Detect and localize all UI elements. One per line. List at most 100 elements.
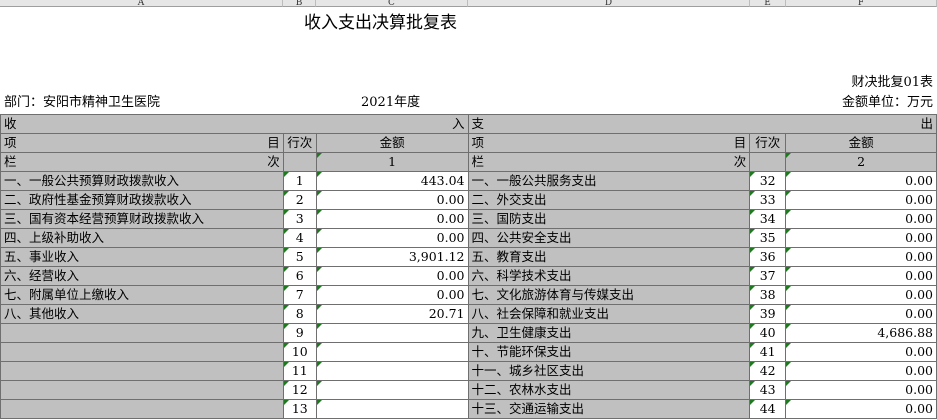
income-row-number-cell[interactable]: 3: [282, 209, 317, 229]
expense-amount-cell[interactable]: 0.00: [785, 171, 937, 191]
column-header-d[interactable]: D: [468, 0, 750, 7]
income-item-name-cell[interactable]: 七、附属单位上缴收入: [0, 285, 284, 305]
income-row-number-cell[interactable]: 7: [282, 285, 317, 305]
expense-item-name-cell[interactable]: 十二、农林水支出: [467, 380, 751, 400]
income-row-number-cell[interactable]: 12: [282, 380, 317, 400]
column-header-c[interactable]: C: [316, 0, 468, 7]
expense-item-name-cell[interactable]: 五、教育支出: [467, 247, 751, 267]
income-amount-cell[interactable]: 0.00: [315, 209, 469, 229]
expense-row-number-cell[interactable]: 34: [749, 209, 787, 229]
income-amount-cell[interactable]: 0.00: [315, 266, 469, 286]
expense-amount-cell[interactable]: 0.00: [785, 228, 937, 248]
income-amount-cell[interactable]: [315, 380, 469, 400]
expense-rowno-header[interactable]: 行次: [749, 133, 787, 153]
expense-section-header[interactable]: 支出: [467, 114, 937, 134]
column-header-f[interactable]: F: [786, 0, 937, 7]
expense-item-header[interactable]: 项目: [467, 133, 751, 153]
income-amount-cell[interactable]: [315, 361, 469, 381]
expense-row-number-cell[interactable]: 41: [749, 342, 787, 362]
income-amount-cell[interactable]: [315, 342, 469, 362]
expense-item-name-cell[interactable]: 六、科学技术支出: [467, 266, 751, 286]
form-code: 财决批复01表: [851, 75, 933, 90]
expense-amount-cell[interactable]: 4,686.88: [785, 323, 937, 343]
expense-column-rowno-blank[interactable]: [749, 152, 787, 172]
expense-row-number-cell[interactable]: 38: [749, 285, 787, 305]
expense-row-number-cell[interactable]: 35: [749, 228, 787, 248]
expense-item-name-cell[interactable]: 七、文化旅游体育与传媒支出: [467, 285, 751, 305]
income-amount-cell[interactable]: [315, 399, 469, 419]
expense-amount-cell[interactable]: 0.00: [785, 247, 937, 267]
income-row-number-cell[interactable]: 2: [282, 190, 317, 210]
expense-amount-cell[interactable]: 0.00: [785, 209, 937, 229]
income-amount-cell[interactable]: 0.00: [315, 190, 469, 210]
expense-row-number-cell[interactable]: 32: [749, 171, 787, 191]
income-item-name-cell[interactable]: [0, 342, 284, 362]
expense-row-number-cell[interactable]: 37: [749, 266, 787, 286]
income-row-number-cell[interactable]: 8: [282, 304, 317, 324]
income-amount-cell[interactable]: 20.71: [315, 304, 469, 324]
expense-amount-cell[interactable]: 0.00: [785, 304, 937, 324]
income-item-header[interactable]: 项目: [0, 133, 284, 153]
expense-amount-cell[interactable]: 0.00: [785, 342, 937, 362]
income-row-number-cell[interactable]: 10: [282, 342, 317, 362]
income-row-number-cell[interactable]: 9: [282, 323, 317, 343]
column-header-a[interactable]: A: [0, 0, 283, 7]
expense-row-number-cell[interactable]: 39: [749, 304, 787, 324]
expense-item-name-cell[interactable]: 三、国防支出: [467, 209, 751, 229]
income-amount-cell[interactable]: 3,901.12: [315, 247, 469, 267]
income-row-number-cell[interactable]: 13: [282, 399, 317, 419]
expense-row-number-cell[interactable]: 36: [749, 247, 787, 267]
header-row-columns: 项目 行次 金额 项目 行次 金额: [0, 133, 937, 153]
expense-amount-cell[interactable]: 0.00: [785, 399, 937, 419]
income-item-name-cell[interactable]: [0, 323, 284, 343]
income-item-name-cell[interactable]: 六、经营收入: [0, 266, 284, 286]
expense-item-name-cell[interactable]: 十一、城乡社区支出: [467, 361, 751, 381]
expense-item-name-cell[interactable]: 九、卫生健康支出: [467, 323, 751, 343]
expense-row-number-cell[interactable]: 44: [749, 399, 787, 419]
income-item-name-cell[interactable]: [0, 380, 284, 400]
income-amount-cell[interactable]: [315, 323, 469, 343]
expense-row-number-cell[interactable]: 40: [749, 323, 787, 343]
expense-item-name-cell[interactable]: 八、社会保障和就业支出: [467, 304, 751, 324]
expense-row-number-cell[interactable]: 33: [749, 190, 787, 210]
income-amount-cell[interactable]: 443.04: [315, 171, 469, 191]
income-row-number-cell[interactable]: 1: [282, 171, 317, 191]
expense-row-number-cell[interactable]: 42: [749, 361, 787, 381]
expense-column-number[interactable]: 2: [785, 152, 937, 172]
income-item-name-cell[interactable]: 八、其他收入: [0, 304, 284, 324]
column-header-e[interactable]: E: [750, 0, 786, 7]
expense-column-label[interactable]: 栏次: [467, 152, 751, 172]
income-amount-cell[interactable]: 0.00: [315, 285, 469, 305]
income-item-name-cell[interactable]: [0, 399, 284, 419]
income-column-label[interactable]: 栏次: [0, 152, 284, 172]
income-rowno-header[interactable]: 行次: [282, 133, 317, 153]
income-row-number-cell[interactable]: 4: [282, 228, 317, 248]
income-item-name-cell[interactable]: [0, 361, 284, 381]
expense-amount-cell[interactable]: 0.00: [785, 266, 937, 286]
expense-amount-cell[interactable]: 0.00: [785, 190, 937, 210]
income-amount-header[interactable]: 金额: [315, 133, 469, 153]
income-column-rowno-blank[interactable]: [282, 152, 317, 172]
expense-item-name-cell[interactable]: 十三、交通运输支出: [467, 399, 751, 419]
income-amount-cell[interactable]: 0.00: [315, 228, 469, 248]
expense-row-number-cell[interactable]: 43: [749, 380, 787, 400]
expense-item-name-cell[interactable]: 二、外交支出: [467, 190, 751, 210]
income-column-number[interactable]: 1: [315, 152, 469, 172]
column-header-b[interactable]: B: [283, 0, 316, 7]
income-section-header[interactable]: 收入: [0, 114, 469, 134]
expense-item-name-cell[interactable]: 四、公共安全支出: [467, 228, 751, 248]
expense-item-name-cell[interactable]: 一、一般公共服务支出: [467, 171, 751, 191]
expense-amount-cell[interactable]: 0.00: [785, 285, 937, 305]
income-row-number-cell[interactable]: 5: [282, 247, 317, 267]
income-row-number-cell[interactable]: 11: [282, 361, 317, 381]
income-item-name-cell[interactable]: 三、国有资本经营预算财政拨款收入: [0, 209, 284, 229]
expense-amount-header[interactable]: 金额: [785, 133, 937, 153]
expense-amount-cell[interactable]: 0.00: [785, 361, 937, 381]
income-item-name-cell[interactable]: 二、政府性基金预算财政拨款收入: [0, 190, 284, 210]
income-item-name-cell[interactable]: 四、上级补助收入: [0, 228, 284, 248]
income-item-name-cell[interactable]: 一、一般公共预算财政拨款收入: [0, 171, 284, 191]
expense-amount-cell[interactable]: 0.00: [785, 380, 937, 400]
expense-item-name-cell[interactable]: 十、节能环保支出: [467, 342, 751, 362]
income-row-number-cell[interactable]: 6: [282, 266, 317, 286]
income-item-name-cell[interactable]: 五、事业收入: [0, 247, 284, 267]
